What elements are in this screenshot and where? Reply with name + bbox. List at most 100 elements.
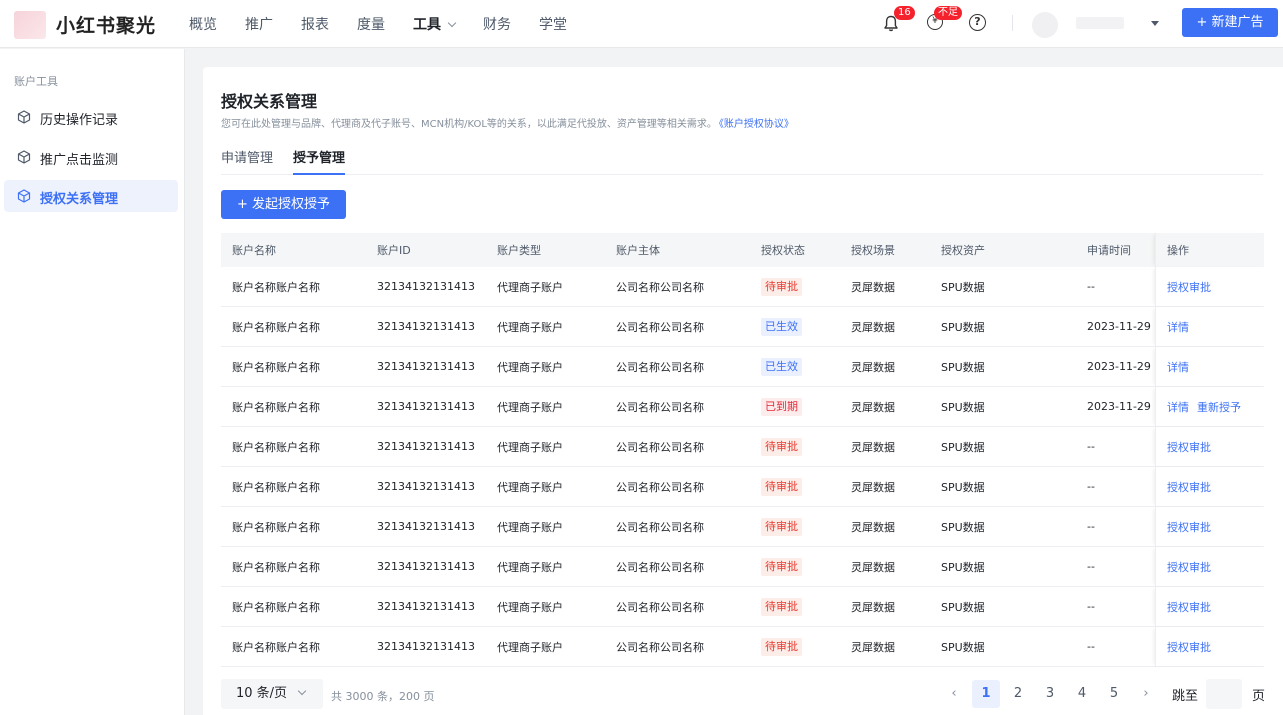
table-cell-type: 代理商子账户 bbox=[497, 360, 563, 374]
page-button[interactable]: 4 bbox=[1068, 680, 1096, 708]
chevron-down-icon bbox=[447, 18, 457, 28]
table-cell-asset: SPU数据 bbox=[941, 520, 985, 534]
sidebar: 账户工具 历史操作记录 推广点击监测 授权关系管理 bbox=[0, 49, 185, 715]
table-row: 账户名称账户名称 32134132131413 代理商子账户 公司名称公司名称 待审批 灵… bbox=[221, 267, 1264, 307]
table-cell-type: 代理商子账户 bbox=[497, 320, 563, 334]
table-cell-time: 2023-11-29 bbox=[1087, 360, 1151, 373]
table-cell-time: -- bbox=[1087, 560, 1095, 573]
page-button[interactable]: 1 bbox=[972, 680, 1000, 708]
actions-group: 详情 重新授予 bbox=[1167, 387, 1249, 426]
nav-measurement[interactable]: 度量 bbox=[357, 14, 385, 34]
initiate-grant-button[interactable]: + 发起授权授予 bbox=[221, 190, 346, 219]
row-action-link[interactable]: 详情 bbox=[1167, 399, 1189, 415]
sidebar-item-authorization[interactable]: 授权关系管理 bbox=[4, 180, 178, 212]
row-action-link[interactable]: 授权审批 bbox=[1167, 479, 1211, 495]
row-action-link[interactable]: 授权审批 bbox=[1167, 519, 1211, 535]
cube-icon bbox=[17, 150, 31, 164]
nav-overview[interactable]: 概览 bbox=[189, 14, 217, 34]
table-cell-scene: 灵犀数据 bbox=[851, 400, 895, 414]
jump-unit-label: 页 bbox=[1252, 688, 1266, 704]
page-button[interactable]: 5 bbox=[1100, 680, 1128, 708]
nav-reports[interactable]: 报表 bbox=[301, 14, 329, 34]
table-cell-id: 32134132131413 bbox=[377, 520, 475, 533]
main-card: 授权关系管理 您可在此处管理与品牌、代理商及代子账号、MCN机构/KOL等的关系… bbox=[203, 67, 1283, 715]
column-header: 授权资产 bbox=[941, 244, 985, 257]
nav-academy[interactable]: 学堂 bbox=[539, 14, 567, 34]
status-cell: 已生效 bbox=[761, 307, 802, 346]
table-cell-id: 32134132131413 bbox=[377, 480, 475, 493]
actions-cell: 授权审批 bbox=[1155, 587, 1264, 626]
tab-grant-management[interactable]: 授予管理 bbox=[293, 147, 346, 175]
table-cell-time: -- bbox=[1087, 280, 1095, 293]
row-action-link[interactable]: 授权审批 bbox=[1167, 599, 1211, 615]
row-action-link[interactable]: 授权审批 bbox=[1167, 279, 1211, 295]
column-header: 账户名称 bbox=[232, 244, 276, 257]
page-button[interactable]: 2 bbox=[1004, 680, 1032, 708]
nav-promotion[interactable]: 推广 bbox=[245, 14, 273, 34]
page-button[interactable]: 3 bbox=[1036, 680, 1064, 708]
row-action-link[interactable]: 授权审批 bbox=[1167, 639, 1211, 655]
nav-tools[interactable]: 工具 bbox=[413, 14, 457, 34]
regrant-link[interactable]: 重新授予 bbox=[1197, 399, 1241, 415]
table-cell-name: 账户名称账户名称 bbox=[232, 320, 320, 334]
table-cell-asset: SPU数据 bbox=[941, 600, 985, 614]
tab-bar: 申请管理 授予管理 bbox=[221, 147, 1263, 175]
table-cell-asset: SPU数据 bbox=[941, 440, 985, 454]
table-cell-name: 账户名称账户名称 bbox=[232, 360, 320, 374]
table-cell-asset: SPU数据 bbox=[941, 280, 985, 294]
table-cell-subject: 公司名称公司名称 bbox=[616, 320, 704, 334]
brand-name[interactable]: 小红书聚光 bbox=[56, 11, 156, 38]
sidebar-item-click-monitor[interactable]: 推广点击监测 bbox=[4, 141, 178, 173]
table-cell-scene: 灵犀数据 bbox=[851, 360, 895, 374]
row-action-link[interactable]: 授权审批 bbox=[1167, 559, 1211, 575]
status-cell: 已生效 bbox=[761, 347, 802, 386]
row-action-link[interactable]: 详情 bbox=[1167, 359, 1189, 375]
actions-cell: 授权审批 bbox=[1155, 507, 1264, 546]
table-row: 账户名称账户名称 32134132131413 代理商子账户 公司名称公司名称 已生效 灵… bbox=[221, 347, 1264, 387]
account-dropdown-icon[interactable] bbox=[1151, 21, 1159, 26]
next-page-icon[interactable]: › bbox=[1132, 680, 1160, 708]
account-name[interactable] bbox=[1076, 17, 1124, 29]
table-cell-time: -- bbox=[1087, 640, 1095, 653]
prev-page-icon[interactable]: ‹ bbox=[940, 680, 968, 708]
table-cell-scene: 灵犀数据 bbox=[851, 520, 895, 534]
help-icon[interactable]: ? bbox=[969, 14, 986, 31]
table-cell-asset: SPU数据 bbox=[941, 560, 985, 574]
tab-application-management[interactable]: 申请管理 bbox=[221, 147, 273, 175]
cube-icon bbox=[17, 189, 31, 203]
new-ad-button[interactable]: + 新建广告 bbox=[1182, 8, 1278, 37]
actions-cell: 授权审批 bbox=[1155, 267, 1264, 306]
table-cell-type: 代理商子账户 bbox=[497, 560, 563, 574]
row-action-link[interactable]: 授权审批 bbox=[1167, 439, 1211, 455]
actions-cell: 授权审批 bbox=[1155, 547, 1264, 586]
actions-cell: 授权审批 bbox=[1155, 467, 1264, 506]
table-cell-id: 32134132131413 bbox=[377, 320, 475, 333]
table-cell-time: -- bbox=[1087, 480, 1095, 493]
row-action-link[interactable]: 详情 bbox=[1167, 319, 1189, 335]
brand-logo[interactable] bbox=[14, 11, 46, 39]
table-cell-type: 代理商子账户 bbox=[497, 600, 563, 614]
status-badge: 已生效 bbox=[761, 357, 802, 376]
sidebar-item-label: 推广点击监测 bbox=[40, 153, 119, 168]
page-size-select[interactable]: 10 条/页 bbox=[221, 679, 323, 709]
table-cell-scene: 灵犀数据 bbox=[851, 640, 895, 654]
status-cell: 待审批 bbox=[761, 627, 802, 666]
actions-cell: 详情 bbox=[1155, 347, 1264, 386]
table-cell-subject: 公司名称公司名称 bbox=[616, 400, 704, 414]
status-cell: 待审批 bbox=[761, 427, 802, 466]
agreement-link[interactable]: 《账户授权协议》 bbox=[719, 119, 794, 130]
table-cell-scene: 灵犀数据 bbox=[851, 480, 895, 494]
sidebar-item-history[interactable]: 历史操作记录 bbox=[4, 101, 178, 133]
status-badge: 已生效 bbox=[761, 317, 802, 336]
avatar[interactable] bbox=[1032, 12, 1058, 38]
jump-page-input[interactable] bbox=[1206, 679, 1243, 709]
table-cell-time: 2023-11-29 bbox=[1087, 320, 1151, 333]
table-cell-name: 账户名称账户名称 bbox=[232, 520, 320, 534]
status-cell: 已到期 bbox=[761, 387, 802, 426]
table-cell-asset: SPU数据 bbox=[941, 320, 985, 334]
table-cell-subject: 公司名称公司名称 bbox=[616, 360, 704, 374]
actions-group: 授权审批 bbox=[1167, 507, 1219, 546]
status-badge: 待审批 bbox=[761, 277, 802, 296]
nav-finance[interactable]: 财务 bbox=[483, 14, 511, 34]
table-cell-asset: SPU数据 bbox=[941, 640, 985, 654]
